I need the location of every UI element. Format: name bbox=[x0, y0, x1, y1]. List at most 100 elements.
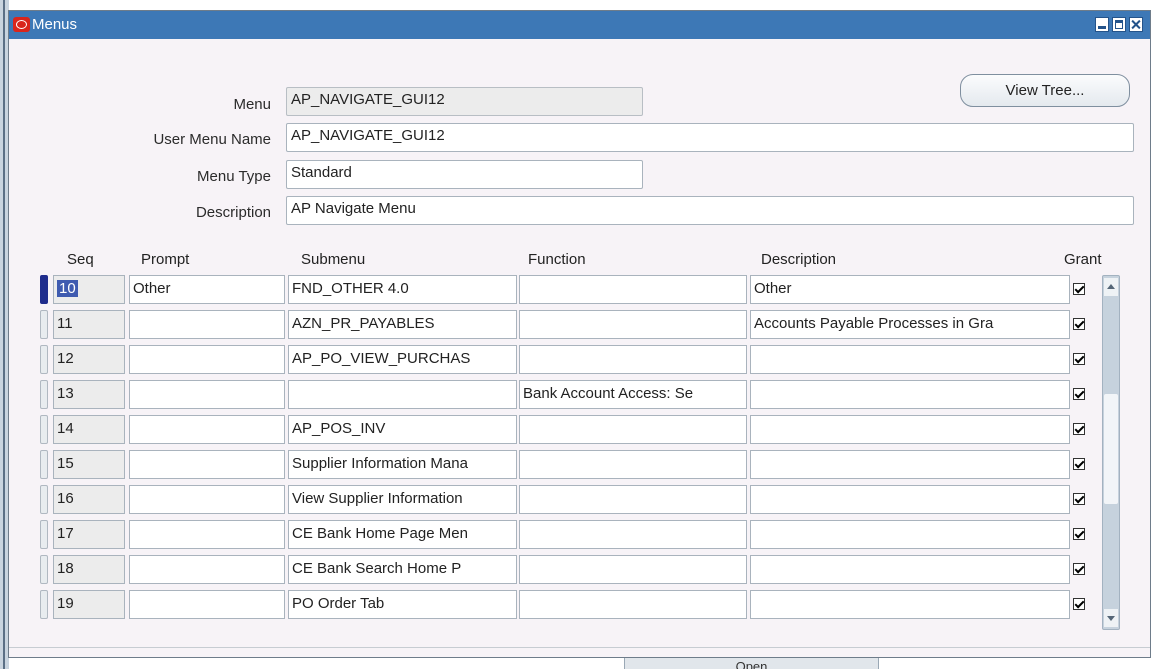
grant-checkbox[interactable] bbox=[1073, 563, 1085, 575]
scrollbar-thumb[interactable] bbox=[1104, 394, 1118, 504]
submenu-cell[interactable]: PO Order Tab bbox=[288, 590, 517, 619]
submenu-cell[interactable]: CE Bank Home Page Men bbox=[288, 520, 517, 549]
minimize-icon[interactable] bbox=[1095, 17, 1109, 32]
grant-checkbox[interactable] bbox=[1073, 388, 1085, 400]
table-row: 16 View Supplier Information bbox=[9, 485, 1152, 514]
function-cell[interactable] bbox=[519, 590, 747, 619]
grant-checkbox[interactable] bbox=[1073, 458, 1085, 470]
close-icon[interactable] bbox=[1129, 17, 1143, 32]
description-cell[interactable] bbox=[750, 520, 1070, 549]
description-cell[interactable] bbox=[750, 590, 1070, 619]
submenu-cell[interactable]: AZN_PR_PAYABLES bbox=[288, 310, 517, 339]
oracle-logo-icon bbox=[13, 17, 30, 32]
seq-cell[interactable]: 11 bbox=[53, 310, 125, 339]
description-cell[interactable]: Accounts Payable Processes in Gra bbox=[750, 310, 1070, 339]
row-indicator[interactable] bbox=[40, 555, 48, 584]
window-title: Menus bbox=[32, 16, 78, 33]
prompt-cell[interactable] bbox=[129, 520, 285, 549]
menu-field[interactable]: AP_NAVIGATE_GUI12 bbox=[286, 87, 643, 116]
vertical-scrollbar[interactable] bbox=[1102, 275, 1120, 630]
table-row: 15 Supplier Information Mana bbox=[9, 450, 1152, 479]
submenu-cell[interactable]: Supplier Information Mana bbox=[288, 450, 517, 479]
column-header-submenu: Submenu bbox=[301, 251, 366, 268]
scroll-down-icon[interactable] bbox=[1104, 609, 1118, 627]
description-cell[interactable]: Other bbox=[750, 275, 1070, 304]
row-indicator[interactable] bbox=[40, 450, 48, 479]
row-indicator[interactable] bbox=[40, 345, 48, 374]
column-header-seq: Seq bbox=[67, 251, 94, 268]
prompt-cell[interactable]: Other bbox=[129, 275, 285, 304]
function-cell[interactable] bbox=[519, 555, 747, 584]
submenu-cell[interactable]: FND_OTHER 4.0 bbox=[288, 275, 517, 304]
prompt-cell[interactable] bbox=[129, 485, 285, 514]
seq-cell[interactable]: 17 bbox=[53, 520, 125, 549]
row-indicator[interactable] bbox=[40, 275, 48, 304]
description-cell[interactable] bbox=[750, 485, 1070, 514]
seq-cell[interactable]: 19 bbox=[53, 590, 125, 619]
title-bar[interactable]: Menus bbox=[9, 11, 1150, 39]
menu-type-label: Menu Type bbox=[197, 168, 271, 185]
submenu-cell[interactable]: AP_PO_VIEW_PURCHAS bbox=[288, 345, 517, 374]
prompt-cell[interactable] bbox=[129, 415, 285, 444]
row-indicator[interactable] bbox=[40, 310, 48, 339]
divider bbox=[9, 647, 1150, 648]
prompt-cell[interactable] bbox=[129, 310, 285, 339]
submenu-cell[interactable] bbox=[288, 380, 517, 409]
seq-cell[interactable]: 12 bbox=[53, 345, 125, 374]
prompt-cell[interactable] bbox=[129, 555, 285, 584]
grant-checkbox[interactable] bbox=[1073, 353, 1085, 365]
seq-cell[interactable]: 10 bbox=[53, 275, 125, 304]
submenu-cell[interactable]: AP_POS_INV bbox=[288, 415, 517, 444]
view-tree-button[interactable]: View Tree... bbox=[960, 74, 1130, 107]
function-cell[interactable] bbox=[519, 310, 747, 339]
prompt-cell[interactable] bbox=[129, 450, 285, 479]
grant-checkbox[interactable] bbox=[1073, 493, 1085, 505]
grant-checkbox[interactable] bbox=[1073, 283, 1085, 295]
seq-cell[interactable]: 14 bbox=[53, 415, 125, 444]
row-indicator[interactable] bbox=[40, 485, 48, 514]
function-cell[interactable] bbox=[519, 275, 747, 304]
user-menu-name-field[interactable]: AP_NAVIGATE_GUI12 bbox=[286, 123, 1134, 152]
prompt-cell[interactable] bbox=[129, 380, 285, 409]
description-cell[interactable] bbox=[750, 345, 1070, 374]
row-indicator[interactable] bbox=[40, 415, 48, 444]
user-menu-name-label: User Menu Name bbox=[153, 131, 271, 148]
description-cell[interactable] bbox=[750, 380, 1070, 409]
submenu-cell[interactable]: CE Bank Search Home P bbox=[288, 555, 517, 584]
row-indicator[interactable] bbox=[40, 520, 48, 549]
maximize-icon[interactable] bbox=[1112, 17, 1126, 32]
row-indicator[interactable] bbox=[40, 380, 48, 409]
submenu-cell[interactable]: View Supplier Information bbox=[288, 485, 517, 514]
prompt-cell[interactable] bbox=[129, 590, 285, 619]
grant-checkbox[interactable] bbox=[1073, 423, 1085, 435]
function-cell[interactable] bbox=[519, 520, 747, 549]
column-header-grant: Grant bbox=[1064, 251, 1102, 268]
function-cell[interactable]: Bank Account Access: Se bbox=[519, 380, 747, 409]
seq-cell[interactable]: 13 bbox=[53, 380, 125, 409]
function-cell[interactable] bbox=[519, 345, 747, 374]
description-label: Description bbox=[195, 204, 271, 221]
grant-checkbox[interactable] bbox=[1073, 528, 1085, 540]
prompt-cell[interactable] bbox=[129, 345, 285, 374]
grant-checkbox[interactable] bbox=[1073, 318, 1085, 330]
description-field[interactable]: AP Navigate Menu bbox=[286, 196, 1134, 225]
description-cell[interactable] bbox=[750, 450, 1070, 479]
description-cell[interactable] bbox=[750, 415, 1070, 444]
table-row: 13 Bank Account Access: Se bbox=[9, 380, 1152, 409]
seq-cell[interactable]: 18 bbox=[53, 555, 125, 584]
seq-cell[interactable]: 15 bbox=[53, 450, 125, 479]
description-cell[interactable] bbox=[750, 555, 1070, 584]
function-cell[interactable] bbox=[519, 415, 747, 444]
menu-type-field[interactable]: Standard bbox=[286, 160, 643, 189]
table-row: 14 AP_POS_INV bbox=[9, 415, 1152, 444]
function-cell[interactable] bbox=[519, 450, 747, 479]
function-cell[interactable] bbox=[519, 485, 747, 514]
column-header-description: Description bbox=[761, 251, 837, 268]
seq-cell[interactable]: 16 bbox=[53, 485, 125, 514]
table-row: 19 PO Order Tab bbox=[9, 590, 1152, 619]
scroll-up-icon[interactable] bbox=[1104, 278, 1118, 296]
seq-value: 10 bbox=[57, 280, 78, 297]
table-row: 17 CE Bank Home Page Men bbox=[9, 520, 1152, 549]
grant-checkbox[interactable] bbox=[1073, 598, 1085, 610]
row-indicator[interactable] bbox=[40, 590, 48, 619]
